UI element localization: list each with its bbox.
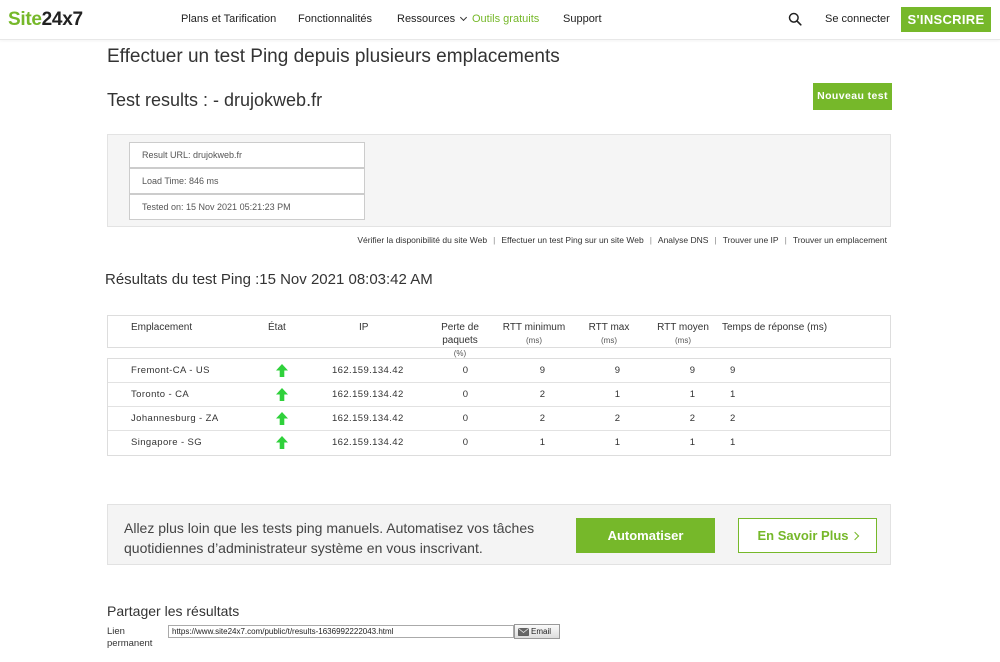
- col-response-time: Temps de réponse (ms): [722, 322, 828, 333]
- cell-location: Toronto - CA: [131, 389, 190, 400]
- nav-resources-label: Ressources: [397, 13, 456, 25]
- ping-results-heading: Résultats du test Ping :15 Nov 2021 08:0…: [105, 271, 433, 288]
- cell-loss: 0: [462, 365, 468, 376]
- cell-rtt-avg: 1: [689, 437, 695, 448]
- test-results-title: Test results : - drujokweb.fr: [107, 90, 323, 110]
- page-title: Effectuer un test Ping depuis plusieurs …: [107, 46, 560, 67]
- col-rtt-min-unit: (ms): [526, 336, 542, 345]
- up-arrow-icon: [276, 388, 288, 401]
- col-packet-loss-line2: paquets: [442, 335, 478, 346]
- results-table-header: Emplacement État IP Perte de paquets (%)…: [107, 315, 891, 358]
- cell-rtt-min: 1: [539, 437, 545, 448]
- cell-rtt-avg: 1: [689, 389, 695, 400]
- search-icon[interactable]: [788, 12, 802, 26]
- result-url: Result URL: drujokweb.fr: [129, 142, 365, 168]
- col-ip: IP: [359, 322, 369, 333]
- cell-response-time: 1: [730, 437, 736, 448]
- cell-rtt-avg: 9: [689, 365, 695, 376]
- cell-rtt-min: 2: [539, 413, 545, 424]
- permalink-label: Lien permanent: [107, 626, 153, 649]
- results-table-body: Fremont-CA - US 162.159.134.42 0 9 9 9 9…: [107, 358, 891, 456]
- table-row: Toronto - CA 162.159.134.42 0 2 1 1 1: [108, 383, 890, 407]
- col-rtt-avg-unit: (ms): [675, 336, 691, 345]
- separator: |: [714, 235, 717, 245]
- learn-more-button[interactable]: En Savoir Plus: [738, 518, 877, 553]
- up-arrow-icon: [276, 436, 288, 449]
- permalink-field[interactable]: [168, 625, 514, 638]
- nav-support[interactable]: Support: [563, 13, 602, 25]
- cell-response-time: 9: [730, 365, 736, 376]
- envelope-icon: [518, 628, 529, 636]
- cell-response-time: 2: [730, 413, 736, 424]
- link-dns-analysis[interactable]: Analyse DNS: [658, 235, 709, 245]
- signin-link[interactable]: Se connecter: [825, 13, 890, 25]
- col-rtt-avg-label: RTT moyen: [657, 322, 709, 333]
- share-results-title: Partager les résultats: [107, 603, 240, 619]
- learn-more-label: En Savoir Plus: [757, 528, 849, 543]
- col-status: État: [268, 322, 286, 333]
- col-packet-loss: Perte de paquets (%): [436, 321, 484, 360]
- cell-rtt-max: 9: [614, 365, 620, 376]
- nav-pricing[interactable]: Plans et Tarification: [181, 13, 276, 25]
- cell-location: Johannesburg - ZA: [131, 413, 219, 424]
- table-row: Singapore - SG 162.159.134.42 0 1 1 1 1: [108, 431, 890, 455]
- cell-loss: 0: [462, 413, 468, 424]
- table-row: Fremont-CA - US 162.159.134.42 0 9 9 9 9: [108, 359, 890, 383]
- cell-rtt-max: 2: [614, 413, 620, 424]
- logo-text-24x7: 24x7: [41, 9, 83, 30]
- cell-location: Fremont-CA - US: [131, 365, 210, 376]
- nav-free-tools[interactable]: Outils gratuits: [472, 13, 539, 25]
- cell-ip: 162.159.134.42: [332, 365, 404, 376]
- col-rtt-max-label: RTT max: [588, 322, 630, 333]
- cell-ip: 162.159.134.42: [332, 413, 404, 424]
- col-packet-loss-line1: Perte de: [441, 322, 479, 333]
- col-location: Emplacement: [131, 322, 193, 333]
- col-rtt-avg: RTT moyen (ms): [654, 321, 712, 347]
- cell-rtt-min: 9: [539, 365, 545, 376]
- promo-text: Allez plus loin que les tests ping manue…: [124, 520, 535, 556]
- link-find-location[interactable]: Trouver un emplacement: [793, 235, 887, 245]
- link-check-availability[interactable]: Vérifier la disponibilité du site Web: [357, 235, 487, 245]
- cell-ip: 162.159.134.42: [332, 389, 404, 400]
- result-summary-panel: Result URL: drujokweb.fr Load Time: 846 …: [107, 134, 891, 227]
- cell-ip: 162.159.134.42: [332, 437, 404, 448]
- email-button[interactable]: Email: [514, 624, 560, 639]
- link-ping-test[interactable]: Effectuer un test Ping sur un site Web: [501, 235, 643, 245]
- table-row: Johannesburg - ZA 162.159.134.42 0 2 2 2…: [108, 407, 890, 431]
- tested-on: Tested on: 15 Nov 2021 05:21:23 PM: [129, 194, 365, 220]
- col-rtt-min-label: RTT minimum: [502, 322, 566, 333]
- cell-location: Singapore - SG: [131, 437, 203, 448]
- cell-rtt-max: 1: [614, 389, 620, 400]
- cell-loss: 0: [462, 437, 468, 448]
- site24x7-logo[interactable]: Site24x7: [8, 9, 83, 31]
- up-arrow-icon: [276, 412, 288, 425]
- email-button-label: Email: [531, 627, 552, 636]
- chevron-right-icon: [850, 531, 859, 541]
- nav-resources[interactable]: Ressources: [397, 13, 468, 25]
- cell-rtt-avg: 2: [689, 413, 695, 424]
- logo-text-site: Site: [8, 9, 42, 30]
- up-arrow-icon: [276, 364, 288, 377]
- nav-features[interactable]: Fonctionnalités: [298, 13, 372, 25]
- cell-rtt-min: 2: [539, 389, 545, 400]
- chevron-down-icon: [460, 13, 468, 22]
- separator: |: [493, 235, 496, 245]
- separator: |: [784, 235, 787, 245]
- col-rtt-max-unit: (ms): [601, 336, 617, 345]
- signup-button[interactable]: S'INSCRIRE: [901, 7, 991, 32]
- top-navigation-bar: Site24x7 Plans et Tarification Fonctionn…: [0, 0, 1000, 40]
- link-find-ip[interactable]: Trouver une IP: [723, 235, 779, 245]
- col-rtt-max: RTT max (ms): [583, 321, 635, 347]
- col-rtt-min: RTT minimum (ms): [499, 321, 569, 347]
- cell-loss: 0: [462, 389, 468, 400]
- tool-quicklinks: Vérifier la disponibilité du site Web | Ef…: [107, 235, 891, 245]
- new-test-button[interactable]: Nouveau test: [813, 83, 892, 110]
- cell-response-time: 1: [730, 389, 736, 400]
- cell-rtt-max: 1: [614, 437, 620, 448]
- load-time: Load Time: 846 ms: [129, 168, 365, 194]
- automate-button[interactable]: Automatiser: [576, 518, 715, 553]
- automation-promo-banner: Allez plus loin que les tests ping manue…: [107, 504, 891, 565]
- separator: |: [649, 235, 652, 245]
